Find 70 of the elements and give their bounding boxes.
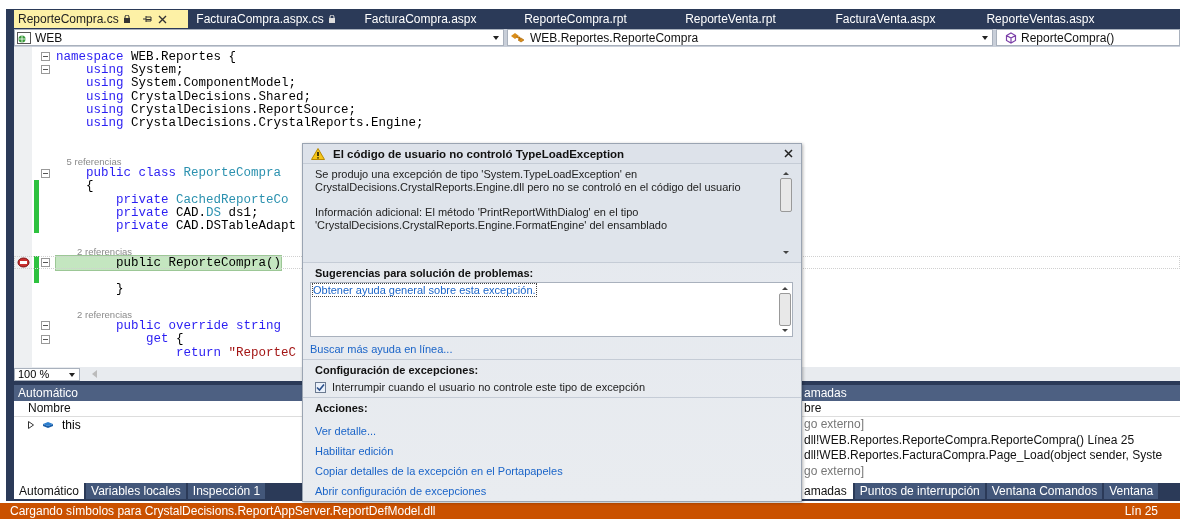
exception-message: Se produjo una excepción de tipo 'System.TypeLoadException' en CrystalDecisions.CrystalReports.Engine.dll pero no se controló en el código del usuario <box>315 168 742 195</box>
panel-tab[interactable]: Variables locales <box>86 483 186 499</box>
exception-message: Información adicional: El método 'PrintReportWithDialog' en el tipo 'CrystalDecisions.CrystalReports.Engine.FormatEngine' del ensamblado <box>315 206 669 233</box>
references-label[interactable]: 5 referencias <box>56 155 122 167</box>
code-line: get { <box>145 332 184 347</box>
code-line: using System.ComponentModel; <box>85 76 297 91</box>
checkbox[interactable] <box>315 381 326 393</box>
code-line: return "ReporteC <box>175 345 297 360</box>
code-line: { <box>85 179 94 194</box>
action-link[interactable]: Abrir configuración de excepciones <box>315 485 487 497</box>
zoom-dropdown[interactable]: 100 % <box>14 367 80 381</box>
code-line: } <box>115 282 124 297</box>
project-dropdown[interactable]: WEB <box>14 29 504 46</box>
panel-tab[interactable]: Automático <box>14 483 85 499</box>
panel-tab[interactable]: Ventana Comandos <box>986 483 1103 499</box>
cube-icon <box>1005 31 1017 44</box>
dropdown-arrow-icon <box>982 36 988 40</box>
code-line: private CachedReporteCo <box>115 192 289 207</box>
panel-tab[interactable]: Inspección 1 <box>187 483 266 499</box>
code-line: public override string <box>115 319 282 333</box>
variable-name[interactable]: this <box>62 417 81 432</box>
close-icon[interactable] <box>157 14 167 24</box>
document-tab[interactable]: ReporteVenta.rpt <box>653 10 808 28</box>
line-position: Lín 25 <box>1124 504 1158 518</box>
pin-icon[interactable] <box>142 15 153 23</box>
popup-title: El código de usuario no controló TypeLoadException <box>333 147 626 160</box>
lock-icon <box>123 15 130 23</box>
online-help-link[interactable]: Buscar más ayuda en línea... <box>310 343 453 355</box>
collapse-icon[interactable] <box>41 321 50 331</box>
collapse-icon[interactable] <box>41 258 50 268</box>
document-tab[interactable]: FacturaVenta.aspx <box>808 10 963 28</box>
collapse-icon[interactable] <box>41 52 50 62</box>
section-heading: Acciones: <box>315 402 369 414</box>
action-link[interactable]: Ver detalle... <box>315 425 377 437</box>
code-line: private CAD.DSTableAdapt <box>115 219 297 234</box>
member-dropdown[interactable]: ReporteCompra() <box>996 29 1180 46</box>
class-icon <box>510 31 526 44</box>
document-tab[interactable]: ReporteCompra.cs <box>14 10 188 28</box>
collapse-icon[interactable] <box>41 65 50 75</box>
collapse-icon[interactable] <box>41 334 50 344</box>
code-line: private CAD.DS ds1; <box>115 205 259 220</box>
references-label[interactable]: 2 referencias <box>56 245 133 257</box>
section-heading: Sugerencias para solución de problemas: <box>315 267 535 279</box>
panel-tab[interactable]: Ventana <box>1104 483 1159 499</box>
document-tab[interactable]: ReporteCompra.rpt <box>498 10 653 28</box>
object-icon <box>42 420 54 429</box>
code-line: using CrystalDecisions.CrystalReports.Engine; <box>85 116 424 131</box>
document-tab[interactable]: FacturaCompra.aspx <box>343 10 498 28</box>
code-line: namespace WEB.Reportes { <box>56 49 237 64</box>
code-line: using System; <box>86 62 184 77</box>
code-line: using CrystalDecisions.ReportSource; <box>85 102 357 117</box>
expand-icon[interactable] <box>28 420 34 429</box>
references-label[interactable]: 2 referencias <box>56 308 133 320</box>
dropdown-arrow-icon <box>493 36 499 40</box>
section-heading: Configuración de excepciones: <box>315 364 480 376</box>
close-icon[interactable] <box>784 149 793 159</box>
panel-tab[interactable]: Puntos de interrupción <box>854 483 985 499</box>
status-message: Cargando símbolos para CrystalDecisions.ReportAppServer.ReportDefModel.dll <box>10 504 436 518</box>
lock-icon <box>328 15 335 23</box>
document-tab[interactable]: FacturaCompra.aspx.cs <box>188 10 343 28</box>
action-link[interactable]: Copiar detalles de la excepción en el Portapapeles <box>315 465 563 477</box>
help-link[interactable]: Obtener ayuda general sobre esta excepción. <box>313 284 536 296</box>
code-line: public class ReporteCompra <box>85 166 282 181</box>
type-dropdown[interactable]: WEB.Reportes.ReporteCompra <box>507 29 993 46</box>
action-link[interactable]: Habilitar edición <box>315 445 394 457</box>
code-line: using CrystalDecisions.Shared; <box>85 89 312 104</box>
collapse-icon[interactable] <box>41 168 50 178</box>
document-tab[interactable]: ReporteVentas.aspx <box>963 10 1118 28</box>
warning-icon <box>311 147 325 160</box>
project-icon <box>17 31 31 44</box>
